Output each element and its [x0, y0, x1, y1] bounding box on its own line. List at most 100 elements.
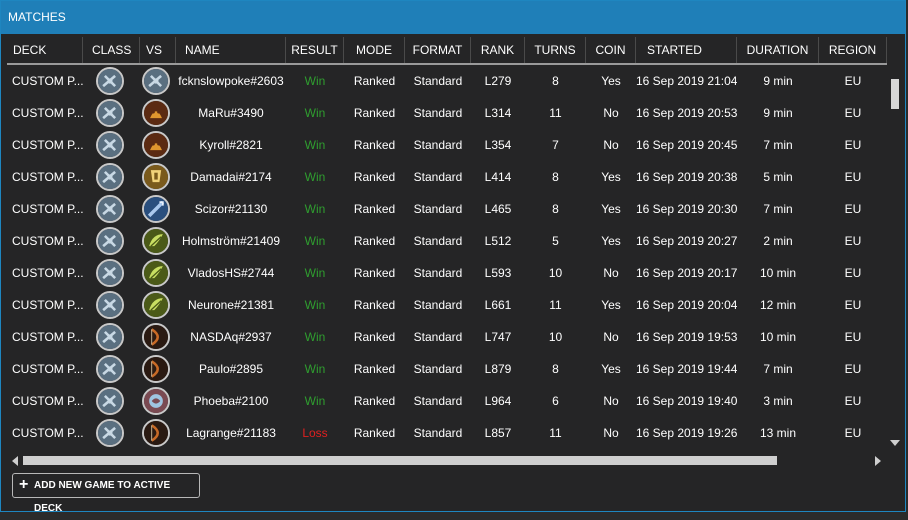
add-new-game-button[interactable]: + ADD NEW GAME TO ACTIVE DECK	[12, 473, 200, 514]
region-cell: EU	[844, 394, 862, 408]
warrior-class-icon	[96, 195, 124, 223]
name-cell: Holmström#21409	[181, 234, 281, 248]
name-cell: Scizor#21130	[194, 202, 268, 216]
horizontal-scroll-thumb[interactable]	[23, 456, 777, 465]
deck-cell: CUSTOM P...	[12, 266, 83, 280]
mode-cell: Ranked	[353, 74, 396, 88]
rank-cell: L465	[484, 202, 512, 216]
turns-cell: 11	[549, 426, 562, 440]
column-header-label: DURATION	[746, 43, 809, 57]
column-header-vs[interactable]: VS	[140, 37, 176, 63]
format-cell: Standard	[413, 202, 463, 216]
table-row[interactable]: CUSTOM P... Lagrange#21183 Loss Ranked Stand…	[7, 417, 887, 449]
region-cell: EU	[844, 138, 862, 152]
result-cell: Win	[304, 394, 326, 408]
rank-cell: L414	[484, 170, 512, 184]
hunter-class-icon	[142, 323, 170, 351]
format-cell: Standard	[413, 330, 463, 344]
scroll-left-arrow-icon[interactable]	[12, 456, 18, 466]
format-cell: Standard	[413, 394, 463, 408]
column-header-result[interactable]: RESULT	[286, 37, 344, 63]
column-header-region[interactable]: REGION	[819, 37, 887, 63]
column-header-name[interactable]: NAME	[176, 37, 286, 63]
column-header-coin[interactable]: COIN	[586, 37, 636, 63]
duration-cell: 9 min	[763, 106, 793, 120]
table-row[interactable]: CUSTOM P... Neurone#21381 Win Ranked Standar…	[7, 289, 887, 321]
table-row[interactable]: CUSTOM P... Kyroll#2821 Win Ranked Standard L…	[7, 129, 887, 161]
turns-cell: 8	[552, 170, 559, 184]
column-header-label: RANK	[480, 43, 515, 57]
class-cell	[83, 225, 140, 257]
turns-cell: 8	[552, 362, 559, 376]
column-header-label: CLASS	[92, 43, 132, 57]
format-cell: Standard	[413, 298, 463, 312]
hunter-class-icon	[142, 355, 170, 383]
region-cell: EU	[844, 202, 862, 216]
turns-cell: 10	[548, 266, 563, 280]
started-cell: 16 Sep 2019 20:04	[636, 298, 737, 312]
class-cell	[83, 97, 140, 129]
horizontal-scrollbar[interactable]	[9, 453, 885, 469]
column-header-label: VS	[146, 43, 163, 57]
table-row[interactable]: CUSTOM P... Paulo#2895 Win Ranked Standard L8…	[7, 353, 887, 385]
plus-icon: +	[19, 476, 29, 493]
table-row[interactable]: CUSTOM P... MaRu#3490 Win Ranked Standard L31…	[7, 97, 887, 129]
class-cell	[83, 417, 140, 449]
region-cell: EU	[844, 170, 862, 184]
rank-cell: L857	[484, 426, 512, 440]
warrior-class-icon	[96, 99, 124, 127]
started-cell: 16 Sep 2019 19:26	[636, 426, 737, 440]
table-row[interactable]: CUSTOM P... NASDAq#2937 Win Ranked Standard L…	[7, 321, 887, 353]
opponent-class-cell	[140, 65, 176, 97]
format-cell: Standard	[413, 74, 463, 88]
mode-cell: Ranked	[353, 202, 396, 216]
matches-grid[interactable]: DECK CLASS VS NAME RESULT MODE FORMAT RANK TURNS…	[7, 37, 887, 455]
duration-cell: 2 min	[763, 234, 793, 248]
coin-cell: No	[603, 426, 619, 440]
class-cell	[83, 289, 140, 321]
class-cell	[83, 353, 140, 385]
class-cell	[83, 385, 140, 417]
column-header-rank[interactable]: RANK	[471, 37, 525, 63]
mode-cell: Ranked	[353, 330, 396, 344]
column-header-started[interactable]: STARTED	[636, 37, 737, 63]
name-cell: NASDAq#2937	[190, 330, 272, 344]
scroll-down-arrow-icon[interactable]	[890, 440, 900, 446]
deck-cell: CUSTOM P...	[12, 362, 83, 376]
warlock-class-icon	[142, 131, 170, 159]
started-cell: 16 Sep 2019 20:27	[636, 234, 737, 248]
scroll-right-arrow-icon[interactable]	[875, 456, 881, 466]
warrior-class-icon	[142, 67, 170, 95]
column-header-mode[interactable]: MODE	[344, 37, 405, 63]
table-row[interactable]: CUSTOM P... fcknslowpoke#2603 Win Ranked Sta…	[7, 65, 887, 97]
name-cell: fcknslowpoke#2603	[178, 74, 284, 88]
name-cell: MaRu#3490	[198, 106, 264, 120]
table-row[interactable]: CUSTOM P... Scizor#21130 Win Ranked Standard…	[7, 193, 887, 225]
column-header-format[interactable]: FORMAT	[405, 37, 471, 63]
column-header-label: TURNS	[534, 43, 576, 57]
table-row[interactable]: CUSTOM P... Damadai#2174 Win Ranked Standard…	[7, 161, 887, 193]
result-cell: Win	[304, 138, 326, 152]
table-row[interactable]: CUSTOM P... Holmström#21409 Win Ranked Stand…	[7, 225, 887, 257]
result-cell: Win	[304, 106, 326, 120]
name-cell: Phoeba#2100	[193, 394, 269, 408]
column-header-class[interactable]: CLASS	[83, 37, 140, 63]
column-header-deck[interactable]: DECK	[7, 37, 83, 63]
deck-cell: CUSTOM P...	[12, 330, 83, 344]
opponent-class-cell	[140, 129, 176, 161]
table-row[interactable]: CUSTOM P... VladosHS#2744 Win Ranked Standar…	[7, 257, 887, 289]
vertical-scroll-thumb[interactable]	[891, 79, 899, 109]
duration-cell: 10 min	[759, 266, 797, 280]
warrior-class-icon	[96, 67, 124, 95]
opponent-class-cell	[140, 353, 176, 385]
column-header-turns[interactable]: TURNS	[525, 37, 586, 63]
shaman-class-icon	[142, 387, 170, 415]
rank-cell: L279	[484, 74, 512, 88]
vertical-scrollbar[interactable]	[888, 67, 904, 452]
turns-cell: 8	[552, 202, 559, 216]
warrior-class-icon	[96, 163, 124, 191]
column-header-duration[interactable]: DURATION	[737, 37, 819, 63]
table-row[interactable]: CUSTOM P... Phoeba#2100 Win Ranked Standard L…	[7, 385, 887, 417]
duration-cell: 9 min	[763, 74, 793, 88]
rank-cell: L964	[484, 394, 512, 408]
